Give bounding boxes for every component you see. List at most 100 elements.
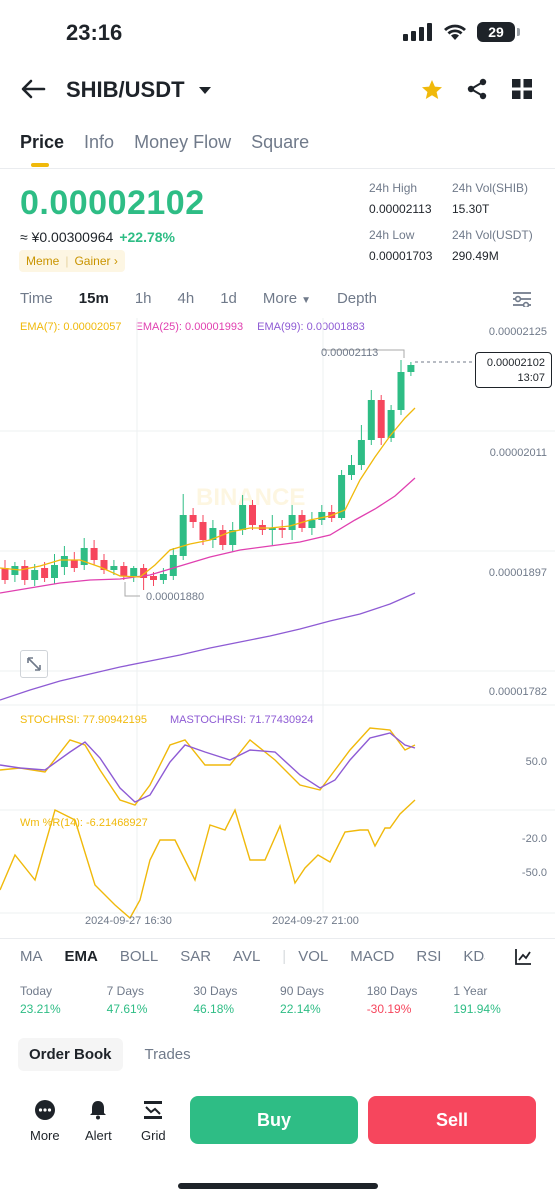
ind-tab-macd[interactable]: MACD xyxy=(350,948,394,965)
grid-button[interactable]: Grid xyxy=(141,1100,166,1143)
status-icons: 29 xyxy=(403,22,520,42)
ind-tab-separator: | xyxy=(282,948,287,965)
ind-tab-sar[interactable]: SAR xyxy=(180,948,211,965)
more-button[interactable]: More xyxy=(30,1100,60,1143)
ind-tab-kdj[interactable]: KDJ xyxy=(463,948,485,965)
share-icon[interactable] xyxy=(466,78,488,100)
tab-trades[interactable]: Trades xyxy=(141,1038,195,1071)
wr-axis-50: -50.0 xyxy=(521,867,547,879)
perf-today: Today 23.21% xyxy=(20,984,107,1016)
chart-settings-icon[interactable] xyxy=(512,291,532,307)
candle-body xyxy=(159,574,167,580)
buy-button[interactable]: Buy xyxy=(190,1096,358,1144)
perf-180d: 180 Days -30.19% xyxy=(367,984,454,1016)
date-label-1: 2024-09-27 16:30 xyxy=(85,915,172,927)
alert-button[interactable]: Alert xyxy=(85,1100,112,1143)
tf-1d[interactable]: 1d xyxy=(220,290,237,307)
ind-tab-avl[interactable]: AVL xyxy=(233,948,260,965)
tf-more[interactable]: More ▼ xyxy=(263,290,311,307)
candle-body xyxy=(377,400,385,438)
candle-body xyxy=(318,512,326,520)
tf-4h[interactable]: 4h xyxy=(178,290,195,307)
vol-usdt-label: 24h Vol(USDT) xyxy=(452,228,533,242)
candle-body xyxy=(120,566,128,576)
y-axis-label-3: 0.00001897 xyxy=(488,567,547,579)
divider xyxy=(0,168,555,169)
bell-icon xyxy=(90,1101,107,1120)
back-arrow-icon[interactable] xyxy=(20,78,46,100)
mastochrsi-label: MASTOCHRSI: 71.77430924 xyxy=(170,714,314,726)
candle-body xyxy=(357,440,365,465)
sell-button[interactable]: Sell xyxy=(368,1096,536,1144)
divider xyxy=(0,938,555,939)
countdown-label: 13:07 xyxy=(517,372,545,384)
grid-bot-icon xyxy=(144,1101,163,1119)
tab-info[interactable]: Info xyxy=(84,132,114,153)
stochrsi-label: STOCHRSI: 77.90942195 xyxy=(20,714,147,726)
stochrsi-line xyxy=(0,727,416,806)
candle-body xyxy=(407,365,415,372)
candle-body xyxy=(41,568,49,578)
perf-7d: 7 Days 47.61% xyxy=(107,984,194,1016)
high-annotation: 0.00002113 xyxy=(321,347,378,359)
tab-price[interactable]: Price xyxy=(20,132,64,153)
ind-tab-rsi[interactable]: RSI xyxy=(416,948,441,965)
candle-body xyxy=(90,548,98,560)
low-value: 0.00001703 xyxy=(369,249,433,263)
favorite-star-icon[interactable] xyxy=(420,78,444,102)
tf-time[interactable]: Time xyxy=(20,290,53,307)
grid-layout-icon[interactable] xyxy=(512,79,532,99)
y-axis-label-1: 0.00002125 xyxy=(488,326,547,338)
alert-label: Alert xyxy=(85,1128,112,1143)
indicator-settings-icon[interactable] xyxy=(514,948,532,966)
wifi-icon xyxy=(444,24,466,40)
tab-square[interactable]: Square xyxy=(251,132,309,153)
last-price: 0.00002102 xyxy=(20,184,205,222)
tab-money-flow[interactable]: Money Flow xyxy=(134,132,231,153)
candle-body xyxy=(249,505,256,525)
high-label: 24h High xyxy=(369,181,418,195)
candle-body xyxy=(219,530,227,545)
tf-15m[interactable]: 15m xyxy=(79,290,109,307)
home-indicator xyxy=(178,1183,378,1189)
candle-body xyxy=(130,568,138,576)
perf-label: 90 Days xyxy=(280,984,325,998)
perf-value: 191.94% xyxy=(453,1002,501,1016)
triangle-down-icon: ▼ xyxy=(301,295,311,306)
high-value: 0.00002113 xyxy=(369,202,432,216)
ind-tab-vol[interactable]: VOL xyxy=(298,948,328,965)
pair-selector[interactable]: SHIB/USDT xyxy=(66,77,211,103)
candle-body xyxy=(179,515,187,556)
kline-chart[interactable]: BINANCE 0.00002113 0.00001880 xyxy=(0,310,555,940)
price-change: +22.78% xyxy=(119,229,175,245)
mastochrsi-line xyxy=(0,732,416,803)
fullscreen-button[interactable] xyxy=(20,650,48,678)
candle-body xyxy=(1,568,9,580)
candle-body xyxy=(31,570,39,580)
williams-r-label: Wm %R(14): -6.21468927 xyxy=(20,817,148,829)
ind-tab-ma[interactable]: MA xyxy=(20,948,43,965)
current-price-box: 0.00002102 13:07 xyxy=(475,352,552,388)
ind-tab-boll[interactable]: BOLL xyxy=(120,948,158,965)
candle-body xyxy=(70,560,78,568)
tags[interactable]: Meme | Gainer › xyxy=(19,250,125,272)
perf-label: 1 Year xyxy=(453,984,488,998)
candle-body xyxy=(367,400,375,440)
more-label: More xyxy=(30,1128,60,1143)
candle-body xyxy=(199,522,207,540)
more-dots-icon xyxy=(34,1100,55,1120)
ind-tab-ema[interactable]: EMA xyxy=(65,948,98,965)
performance-row: Today 23.21% 7 Days 47.61% 30 Days 46.18% 9… xyxy=(20,984,540,1016)
tf-depth[interactable]: Depth xyxy=(337,290,377,307)
signal-icon xyxy=(403,23,432,41)
tf-1h[interactable]: 1h xyxy=(135,290,152,307)
perf-value: 22.14% xyxy=(280,1002,321,1016)
fiat-price: ≈ ¥0.00300964 xyxy=(20,229,114,245)
perf-1y: 1 Year 191.94% xyxy=(453,984,540,1016)
tab-order-book[interactable]: Order Book xyxy=(18,1038,123,1071)
fiat-change: ≈ ¥0.00300964 +22.78% xyxy=(20,229,175,245)
perf-value: 23.21% xyxy=(20,1002,61,1016)
candle-body xyxy=(348,465,355,475)
ema99-line xyxy=(0,592,416,701)
perf-label: 180 Days xyxy=(366,984,418,998)
